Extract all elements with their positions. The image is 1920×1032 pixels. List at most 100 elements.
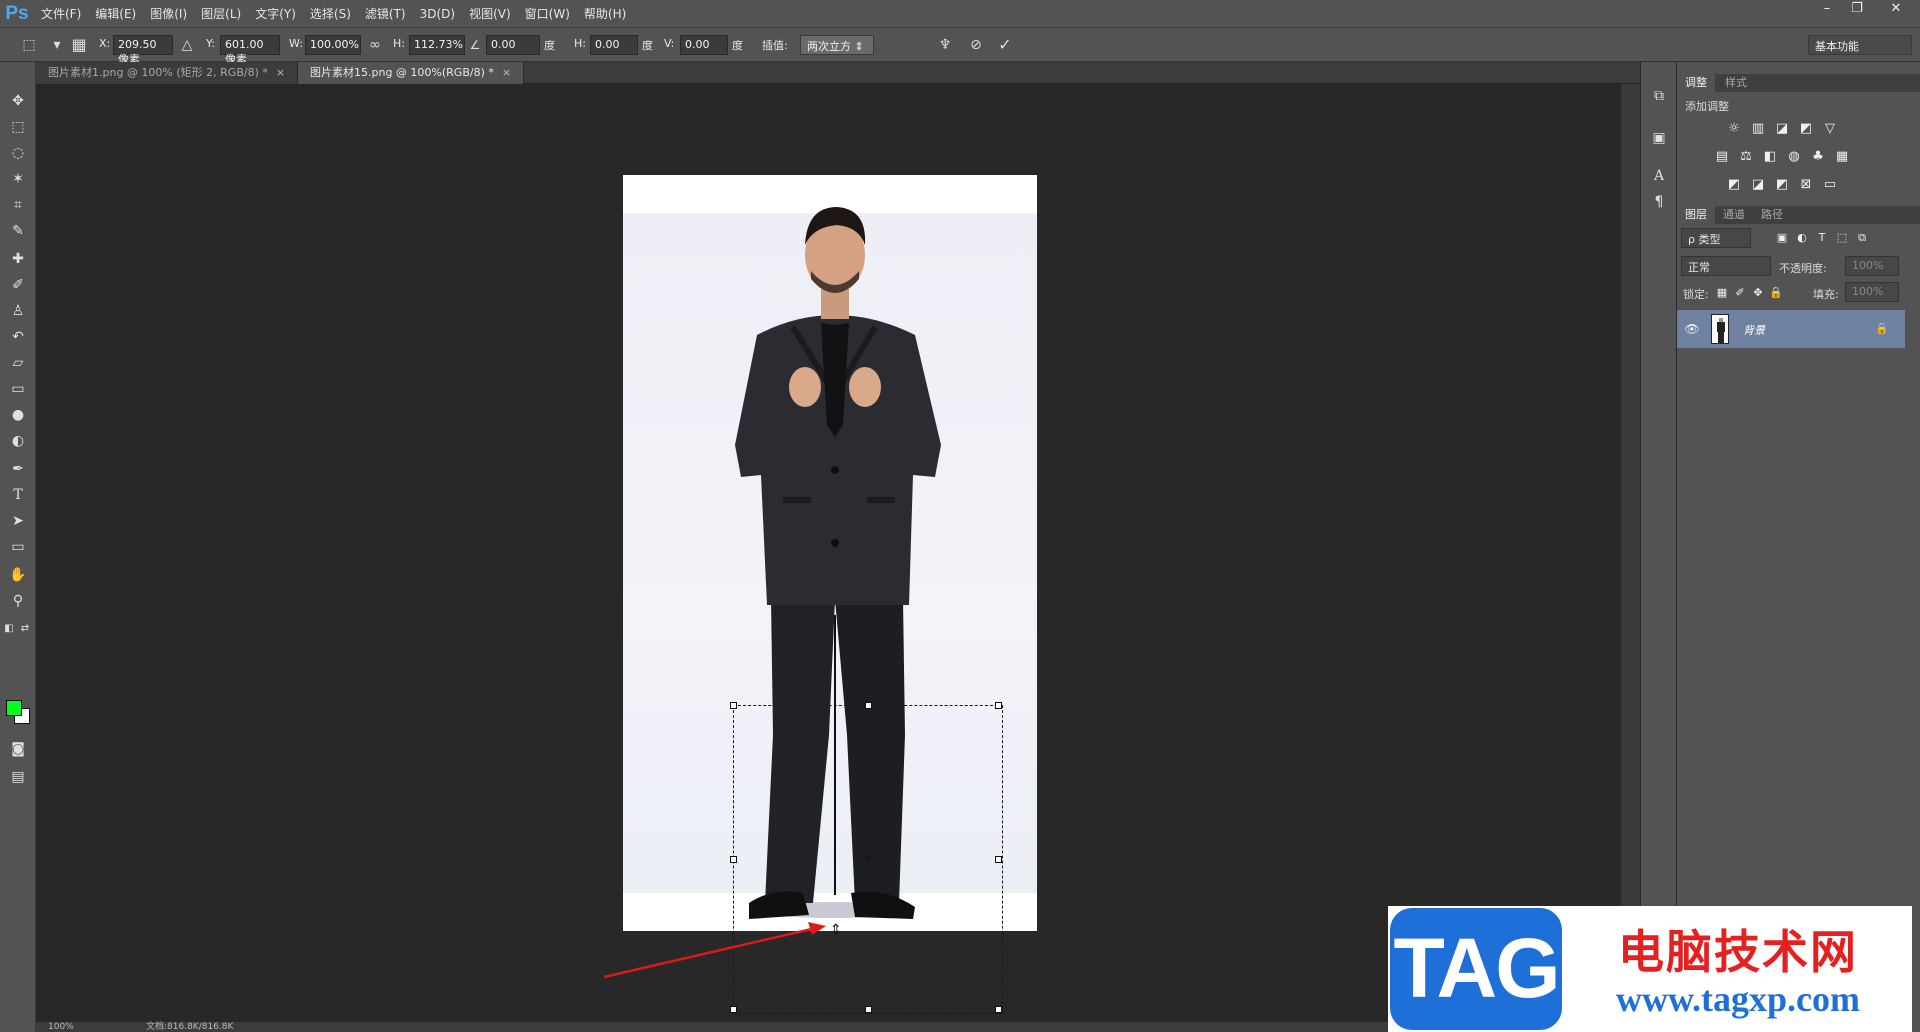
posterize-icon[interactable]: ◪ xyxy=(1749,176,1767,194)
properties-panel-icon[interactable]: ▣ xyxy=(1649,128,1669,148)
default-colors-icon[interactable]: ◧ xyxy=(2,618,16,640)
marquee-tool-icon[interactable]: ⬚ xyxy=(6,116,30,138)
layer-name[interactable]: 背景 xyxy=(1743,322,1765,338)
transform-handle-top-right[interactable] xyxy=(995,702,1002,709)
close-icon[interactable]: × xyxy=(502,66,511,79)
link-icon[interactable]: ∞ xyxy=(366,36,384,54)
paragraph-panel-icon[interactable]: ¶ xyxy=(1649,192,1669,212)
tab-layers[interactable]: 图层 xyxy=(1677,206,1715,224)
tab-document-1[interactable]: 图片素材1.png @ 100% (矩形 2, RGB/8) * × xyxy=(36,62,299,84)
menu-type[interactable]: 文字(Y) xyxy=(248,0,303,28)
hskew-field[interactable]: 0.00 xyxy=(590,35,638,55)
selective-color-icon[interactable]: ⊠ xyxy=(1797,176,1815,194)
transform-bounding-box[interactable]: ✛ xyxy=(730,702,1003,1014)
curves-icon[interactable]: ◪ xyxy=(1773,120,1791,138)
foreground-color-swatch[interactable] xyxy=(6,700,22,716)
hand-tool-icon[interactable]: ✋ xyxy=(6,564,30,586)
filter-shape-icon[interactable]: ⬚ xyxy=(1833,229,1851,247)
width-field[interactable]: 100.00% xyxy=(305,35,361,55)
cancel-transform-icon[interactable]: ⊘ xyxy=(967,36,985,54)
workspace-select[interactable]: 基本功能 xyxy=(1808,35,1912,55)
exposure-icon[interactable]: ◩ xyxy=(1797,120,1815,138)
x-field[interactable]: 209.50 像素 xyxy=(113,35,173,66)
transform-handle-bottom[interactable] xyxy=(865,1006,872,1013)
history-panel-icon[interactable]: ⧉ xyxy=(1649,86,1669,106)
y-field[interactable]: 601.00 像素 xyxy=(220,35,280,66)
type-tool-icon[interactable]: T xyxy=(6,484,30,506)
photo-filter-icon[interactable]: ◍ xyxy=(1785,148,1803,166)
transform-handle-left[interactable] xyxy=(730,856,737,863)
transform-handle-bottom-right[interactable] xyxy=(995,1006,1002,1013)
angle-field[interactable]: 0.00 xyxy=(486,35,540,55)
menu-help[interactable]: 帮助(H) xyxy=(577,0,633,28)
vertical-scrollbar[interactable] xyxy=(1620,84,1640,1022)
height-field[interactable]: 112.73% xyxy=(409,35,465,55)
filter-smart-object-icon[interactable]: ⧉ xyxy=(1853,229,1871,247)
healing-brush-tool-icon[interactable]: ✚ xyxy=(6,248,30,270)
restore-button[interactable]: ❐ xyxy=(1842,0,1872,18)
fill-field[interactable]: 100% xyxy=(1845,282,1899,302)
transform-handle-top-left[interactable] xyxy=(730,702,737,709)
history-brush-tool-icon[interactable]: ↶ xyxy=(6,326,30,348)
gradient-map-icon[interactable]: ▭ xyxy=(1821,176,1839,194)
zoom-level[interactable]: 100% xyxy=(48,1022,74,1032)
filter-type-icon[interactable]: T xyxy=(1813,229,1831,247)
tab-document-15[interactable]: 图片素材15.png @ 100%(RGB/8) * × xyxy=(298,62,525,84)
minimize-button[interactable]: – xyxy=(1812,0,1842,18)
menu-view[interactable]: 视图(V) xyxy=(462,0,518,28)
tab-styles[interactable]: 样式 xyxy=(1717,74,1755,92)
blend-mode-select[interactable]: 正常 xyxy=(1681,256,1771,276)
path-selection-tool-icon[interactable]: ➤ xyxy=(6,510,30,532)
menu-image[interactable]: 图像(I) xyxy=(143,0,194,28)
tab-adjustments[interactable]: 调整 xyxy=(1677,74,1715,92)
eye-icon[interactable]: 👁 xyxy=(1683,320,1701,338)
menu-file[interactable]: 文件(F) xyxy=(34,0,88,28)
reference-point-icon[interactable]: ▦ xyxy=(70,36,88,54)
tab-paths[interactable]: 路径 xyxy=(1753,206,1791,224)
color-balance-icon[interactable]: ⚖ xyxy=(1737,148,1755,166)
close-window-button[interactable]: ✕ xyxy=(1876,0,1916,18)
close-icon[interactable]: × xyxy=(276,66,285,79)
gradient-tool-icon[interactable]: ▭ xyxy=(6,378,30,400)
dodge-tool-icon[interactable]: ◐ xyxy=(6,430,30,452)
move-tool-icon[interactable]: ✥ xyxy=(6,90,30,112)
menu-filter[interactable]: 滤镜(T) xyxy=(358,0,413,28)
brightness-icon[interactable]: ☼ xyxy=(1725,120,1743,138)
reference-point-icon[interactable]: ✛ xyxy=(862,852,874,864)
warp-icon[interactable]: ♆ xyxy=(936,36,954,54)
eyedropper-tool-icon[interactable]: ✎ xyxy=(6,220,30,242)
layer-row[interactable]: 👁 背景 🔒 xyxy=(1677,310,1905,348)
eraser-tool-icon[interactable]: ▱ xyxy=(6,352,30,374)
lock-transparent-icon[interactable]: ▦ xyxy=(1713,284,1731,302)
menu-window[interactable]: 窗口(W) xyxy=(518,0,577,28)
transform-handle-right[interactable] xyxy=(995,856,1002,863)
lock-position-icon[interactable]: ✥ xyxy=(1749,284,1767,302)
lock-pixels-icon[interactable]: ✐ xyxy=(1731,284,1749,302)
channel-mixer-icon[interactable]: ♣ xyxy=(1809,148,1827,166)
crop-tool-icon[interactable]: ⌗ xyxy=(6,194,30,216)
filter-adjustment-icon[interactable]: ◐ xyxy=(1793,229,1811,247)
commit-transform-icon[interactable]: ✓ xyxy=(996,36,1014,54)
opacity-field[interactable]: 100% xyxy=(1845,256,1899,276)
menu-select[interactable]: 选择(S) xyxy=(303,0,358,28)
lasso-tool-icon[interactable]: ◌ xyxy=(6,142,30,164)
transform-handle-bottom-left[interactable] xyxy=(730,1006,737,1013)
invert-icon[interactable]: ◩ xyxy=(1725,176,1743,194)
clone-stamp-tool-icon[interactable]: ♙ xyxy=(6,300,30,322)
menu-layer[interactable]: 图层(L) xyxy=(194,0,248,28)
rectangle-tool-icon[interactable]: ▭ xyxy=(6,536,30,558)
magic-wand-tool-icon[interactable]: ✶ xyxy=(6,168,30,190)
canvas-area[interactable]: ✛ ⇕ xyxy=(36,84,1618,1022)
vibrance-icon[interactable]: ▽ xyxy=(1821,120,1839,138)
hue-saturation-icon[interactable]: ▤ xyxy=(1713,148,1731,166)
chevron-down-icon[interactable]: ▾ xyxy=(48,36,66,54)
relative-position-icon[interactable]: △ xyxy=(178,36,196,54)
tab-channels[interactable]: 通道 xyxy=(1715,206,1753,224)
zoom-tool-icon[interactable]: ⚲ xyxy=(6,590,30,612)
menu-edit[interactable]: 编辑(E) xyxy=(88,0,143,28)
blur-tool-icon[interactable]: ● xyxy=(6,404,30,426)
pen-tool-icon[interactable]: ✒ xyxy=(6,458,30,480)
quick-mask-icon[interactable]: ◙ xyxy=(6,738,30,760)
filter-pixel-icon[interactable]: ▣ xyxy=(1773,229,1791,247)
black-white-icon[interactable]: ◧ xyxy=(1761,148,1779,166)
